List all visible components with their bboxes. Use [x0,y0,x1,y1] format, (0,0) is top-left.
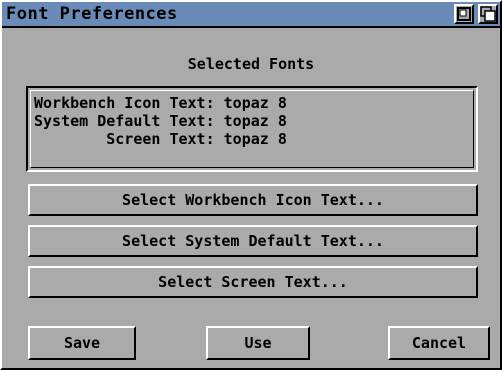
select-system-default-text-button[interactable]: Select System Default Text... [28,225,478,257]
font-preferences-window: Font Preferences Selected Fonts Workbenc… [0,0,502,370]
zoom-gadget[interactable] [454,4,474,24]
select-workbench-icon-text-button[interactable]: Select Workbench Icon Text... [28,184,478,216]
system-default-font-line: System Default Text: topaz 8 [34,112,287,130]
selected-fonts-heading: Selected Fonts [187,55,315,73]
selected-fonts-display: Workbench Icon Text: topaz 8 System Defa… [26,86,478,172]
zoom-icon [457,7,471,21]
save-button[interactable]: Save [28,326,136,360]
cancel-button[interactable]: Cancel [388,326,490,360]
select-screen-text-button[interactable]: Select Screen Text... [28,266,478,298]
depth-icon [480,6,496,22]
depth-gadget[interactable] [478,4,498,24]
use-button[interactable]: Use [206,326,310,360]
window-title: Font Preferences [6,4,178,24]
workbench-icon-font-line: Workbench Icon Text: topaz 8 [34,94,287,112]
title-bar[interactable]: Font Preferences [2,2,500,28]
screen-font-line: Screen Text: topaz 8 [34,130,287,148]
